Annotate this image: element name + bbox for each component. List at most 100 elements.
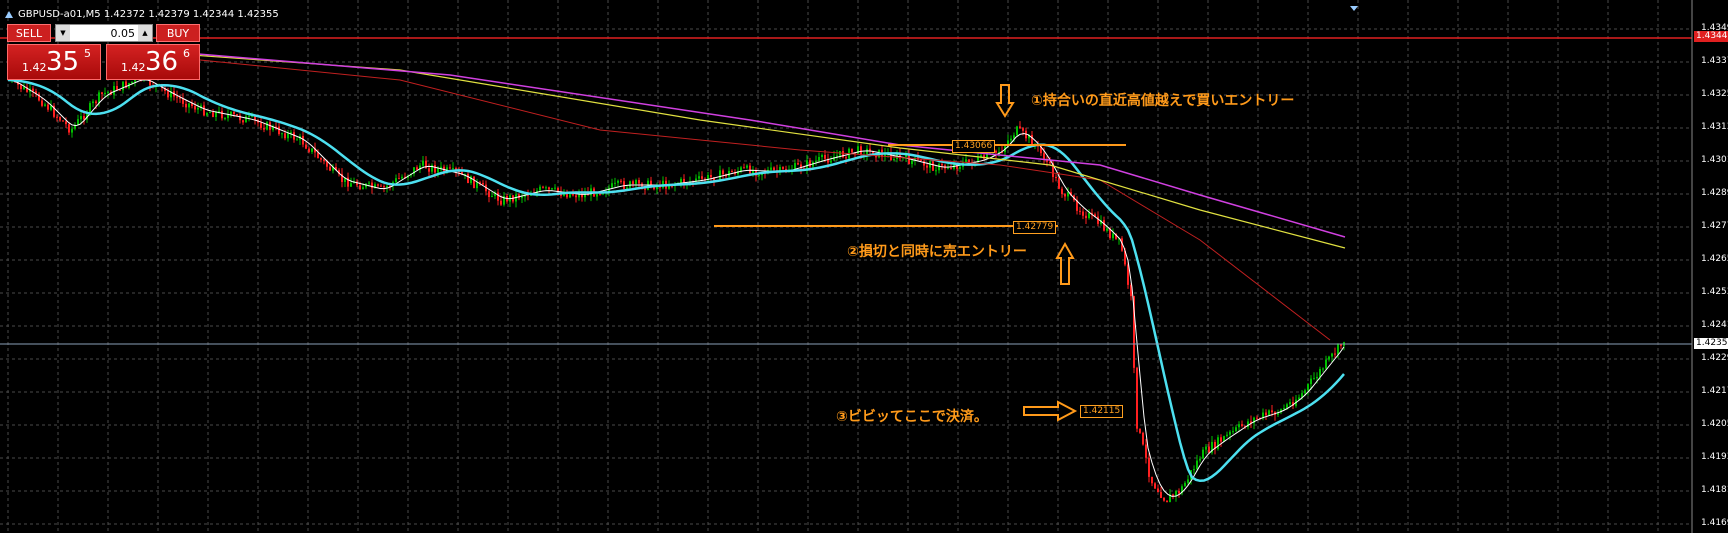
- candle-body: [236, 114, 238, 116]
- candle-body: [248, 115, 250, 117]
- price-axis-label: 1.43130: [1701, 122, 1728, 132]
- candle-body: [311, 148, 313, 152]
- price-axis-label: 1.41690: [1701, 518, 1728, 528]
- candle-body: [422, 160, 424, 166]
- candle-body: [320, 158, 322, 160]
- candle-body: [1139, 428, 1141, 433]
- buy-price-pips: 36: [145, 47, 179, 77]
- chart-title-bar: GBPUSD-a01,M5 1.42372 1.42379 1.42344 1.…: [4, 7, 279, 21]
- price-axis-label: 1.41810: [1701, 485, 1728, 495]
- candle-body: [860, 146, 862, 155]
- candle-body: [1331, 353, 1333, 357]
- candle-body: [401, 176, 403, 179]
- candle-body: [176, 96, 178, 98]
- candle-body: [1337, 343, 1339, 355]
- candle-body: [1103, 220, 1105, 231]
- candle-body: [467, 173, 469, 184]
- candle-body: [644, 188, 646, 190]
- buy-price-box[interactable]: 1.42 36 6: [106, 44, 200, 80]
- candle-body: [260, 122, 262, 128]
- candle-body: [1157, 488, 1159, 493]
- candle-body: [491, 196, 493, 198]
- annotation-sell-entry: ②損切と同時に売エントリー: [847, 244, 1027, 260]
- sell-price-box[interactable]: 1.42 35 5: [7, 44, 101, 80]
- candle-body: [1334, 353, 1336, 355]
- candle-body: [1154, 483, 1156, 489]
- buy-button[interactable]: BUY: [156, 24, 200, 42]
- candle-body: [296, 139, 298, 141]
- candle-body: [1325, 359, 1327, 369]
- candle-body: [1064, 194, 1066, 197]
- candle-body: [497, 192, 499, 201]
- candle-body: [482, 183, 484, 185]
- candle-body: [383, 186, 385, 188]
- candle-body: [950, 168, 952, 170]
- candle-body: [1199, 458, 1201, 461]
- lot-size-input[interactable]: [70, 25, 138, 41]
- candle-body: [266, 122, 268, 130]
- candle-body: [395, 178, 397, 183]
- candle-body: [1106, 228, 1108, 231]
- chevron-up-icon: ▲: [142, 29, 148, 37]
- candle-body: [1283, 407, 1285, 410]
- candle-body: [350, 183, 352, 187]
- candle-body: [1151, 476, 1153, 484]
- candle-body: [416, 167, 418, 170]
- candle-body: [197, 107, 199, 110]
- candle-body: [83, 116, 85, 120]
- candle-body: [623, 181, 625, 190]
- candle-body: [71, 128, 73, 133]
- candle-body: [281, 133, 283, 135]
- candle-body: [56, 116, 58, 118]
- candle-body: [131, 81, 133, 84]
- candle-body: [893, 159, 895, 161]
- candle-body: [188, 103, 190, 108]
- candle-body: [362, 187, 364, 190]
- candle-body: [1196, 460, 1198, 470]
- candle-body: [305, 144, 307, 149]
- candle-body: [206, 112, 208, 116]
- candle-body: [1148, 457, 1150, 477]
- candle-body: [959, 166, 961, 169]
- candle-body: [995, 150, 997, 153]
- candle-body: [770, 167, 772, 170]
- candle-body: [1313, 378, 1315, 380]
- candle-body: [866, 148, 868, 155]
- lot-decrease-button[interactable]: ▼: [56, 25, 70, 41]
- candle-body: [1319, 368, 1321, 377]
- candle-body: [473, 176, 475, 189]
- candle-body: [1010, 138, 1012, 141]
- candle-body: [1328, 356, 1330, 360]
- candle-body: [548, 187, 550, 190]
- candle-body: [1184, 482, 1186, 487]
- candle-body: [227, 114, 229, 119]
- candle-body: [1163, 498, 1165, 501]
- candle-body: [545, 187, 547, 189]
- candle-body: [1178, 491, 1180, 494]
- candle-body: [731, 170, 733, 173]
- candle-body: [1202, 449, 1204, 459]
- candle-body: [629, 181, 631, 188]
- price-chart[interactable]: [0, 0, 1728, 533]
- candle-body: [359, 185, 361, 190]
- candle-body: [1226, 434, 1228, 437]
- candle-body: [635, 180, 637, 184]
- candle-body: [1193, 469, 1195, 471]
- candle-body: [62, 120, 64, 122]
- lot-increase-button[interactable]: ▲: [138, 25, 152, 41]
- candle-body: [185, 103, 187, 108]
- sell-button[interactable]: SELL: [7, 24, 51, 42]
- price-axis-label: 1.42890: [1701, 188, 1728, 198]
- candle-body: [44, 104, 46, 106]
- candle-body: [263, 127, 265, 130]
- candle-body: [1304, 390, 1306, 394]
- candle-body: [923, 160, 925, 166]
- candle-body: [1079, 210, 1081, 212]
- candle-body: [221, 110, 223, 119]
- candle-body: [743, 167, 745, 169]
- buy-price-fraction: 6: [183, 47, 190, 60]
- candle-body: [113, 86, 115, 95]
- candle-body: [323, 159, 325, 162]
- candle-body: [596, 193, 598, 197]
- candle-body: [1136, 367, 1138, 429]
